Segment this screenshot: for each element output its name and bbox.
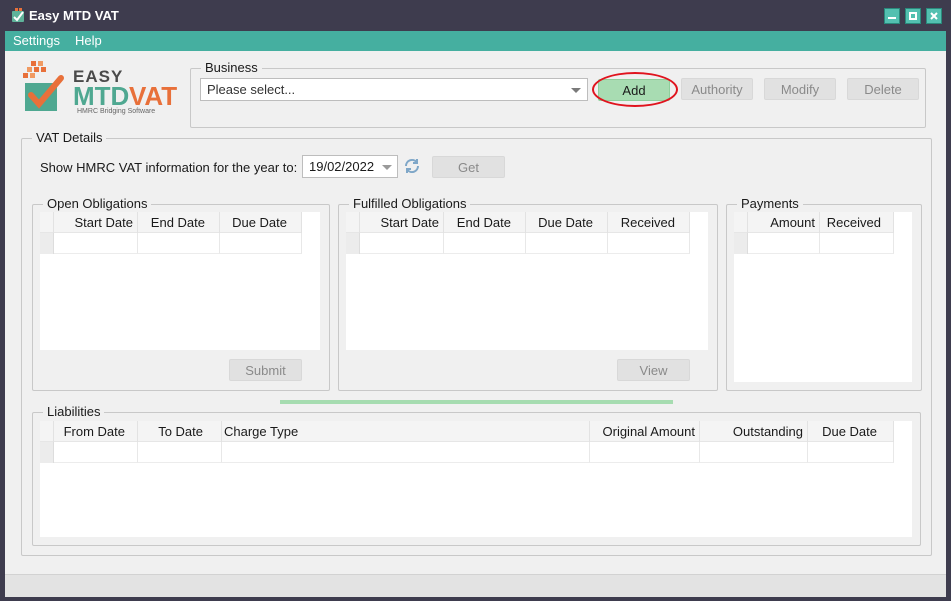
vat-details-group-label: VAT Details: [32, 130, 107, 146]
year-label: Show HMRC VAT information for the year t…: [40, 160, 298, 175]
get-button[interactable]: Get: [432, 156, 505, 178]
column-header[interactable]: Amount: [748, 212, 820, 233]
table-cell: [820, 233, 894, 254]
column-header[interactable]: Original Amount: [590, 421, 700, 442]
table-cell: [54, 233, 138, 254]
close-icon: [930, 12, 938, 20]
liabilities-label: Liabilities: [43, 404, 105, 420]
table-cell: [220, 233, 302, 254]
table-cell: [526, 233, 608, 254]
column-header[interactable]: Due Date: [220, 212, 302, 233]
app-window: Easy MTD VAT Settings Help EASY MTD VAT …: [0, 0, 951, 601]
payments-label: Payments: [737, 196, 803, 212]
column-header[interactable]: Due Date: [808, 421, 894, 442]
table-cell: [138, 233, 220, 254]
column-header[interactable]: Received: [608, 212, 690, 233]
column-header[interactable]: Start Date: [360, 212, 444, 233]
column-header: [40, 421, 54, 442]
minimize-button[interactable]: [884, 8, 900, 24]
column-header: [346, 212, 360, 233]
liabilities-header: From Date To Date Charge Type Original A…: [40, 421, 894, 442]
column-header[interactable]: End Date: [138, 212, 220, 233]
add-button-highlight: [592, 72, 678, 107]
minimize-icon: [888, 17, 896, 19]
brand-logo: EASY MTD VAT HMRC Bridging Software: [21, 61, 181, 121]
fulfilled-obligations-header: Start Date End Date Due Date Received: [346, 212, 690, 233]
fulfilled-obligations-label: Fulfilled Obligations: [349, 196, 471, 212]
title-bar[interactable]: Easy MTD VAT: [1, 1, 950, 31]
table-cell: [590, 442, 700, 463]
table-cell: [700, 442, 808, 463]
column-header[interactable]: Due Date: [526, 212, 608, 233]
year-date-picker[interactable]: 19/02/2022: [302, 155, 398, 178]
maximize-button[interactable]: [905, 8, 921, 24]
menu-bar: Settings Help: [5, 31, 946, 51]
table-row[interactable]: [346, 233, 690, 254]
business-select[interactable]: Please select...: [200, 78, 588, 101]
table-row[interactable]: [734, 233, 894, 254]
window-title: Easy MTD VAT: [29, 8, 119, 23]
column-header[interactable]: End Date: [444, 212, 526, 233]
table-cell: [748, 233, 820, 254]
logo-tagline: HMRC Bridging Software: [77, 108, 156, 115]
client-area: EASY MTD VAT HMRC Bridging Software Busi…: [5, 51, 946, 574]
payments-grid[interactable]: Amount Received: [734, 212, 912, 382]
authority-button[interactable]: Authority: [681, 78, 753, 100]
column-header[interactable]: Start Date: [54, 212, 138, 233]
table-cell: [360, 233, 444, 254]
open-obligations-header: Start Date End Date Due Date: [40, 212, 302, 233]
payments-header: Amount Received: [734, 212, 894, 233]
progress-bar: [280, 400, 673, 404]
row-selector: [40, 233, 54, 254]
close-button[interactable]: [926, 8, 942, 24]
row-selector: [734, 233, 748, 254]
open-obligations-grid[interactable]: Start Date End Date Due Date: [40, 212, 320, 350]
logo-mark-icon: [23, 61, 64, 111]
fulfilled-obligations-grid[interactable]: Start Date End Date Due Date Received: [346, 212, 708, 350]
date-dropdown-icon: [382, 165, 392, 170]
column-header: [734, 212, 748, 233]
liabilities-grid[interactable]: From Date To Date Charge Type Original A…: [40, 421, 912, 537]
delete-button[interactable]: Delete: [847, 78, 919, 100]
table-cell: [444, 233, 526, 254]
year-date-value: 19/02/2022: [309, 159, 375, 174]
business-group-label: Business: [201, 60, 262, 76]
app-logo-icon: [12, 8, 24, 22]
menu-settings[interactable]: Settings: [13, 33, 60, 48]
column-header[interactable]: Outstanding: [700, 421, 808, 442]
view-button[interactable]: View: [617, 359, 690, 381]
column-header[interactable]: Charge Type: [222, 421, 590, 442]
column-header[interactable]: To Date: [138, 421, 222, 442]
submit-button[interactable]: Submit: [229, 359, 302, 381]
column-header[interactable]: Received: [820, 212, 894, 233]
table-cell: [222, 442, 590, 463]
table-cell: [608, 233, 690, 254]
row-selector: [40, 442, 54, 463]
table-row[interactable]: [40, 233, 302, 254]
modify-button[interactable]: Modify: [764, 78, 836, 100]
status-bar: [5, 574, 946, 597]
maximize-icon: [909, 12, 917, 20]
table-cell: [138, 442, 222, 463]
table-cell: [54, 442, 138, 463]
table-cell: [808, 442, 894, 463]
refresh-icon[interactable]: [403, 157, 421, 175]
column-header[interactable]: From Date: [54, 421, 138, 442]
menu-help[interactable]: Help: [75, 33, 102, 48]
business-select-value: Please select...: [207, 82, 296, 97]
open-obligations-label: Open Obligations: [43, 196, 152, 212]
row-selector: [346, 233, 360, 254]
chevron-down-icon: [571, 88, 581, 93]
column-header: [40, 212, 54, 233]
table-row[interactable]: [40, 442, 894, 463]
